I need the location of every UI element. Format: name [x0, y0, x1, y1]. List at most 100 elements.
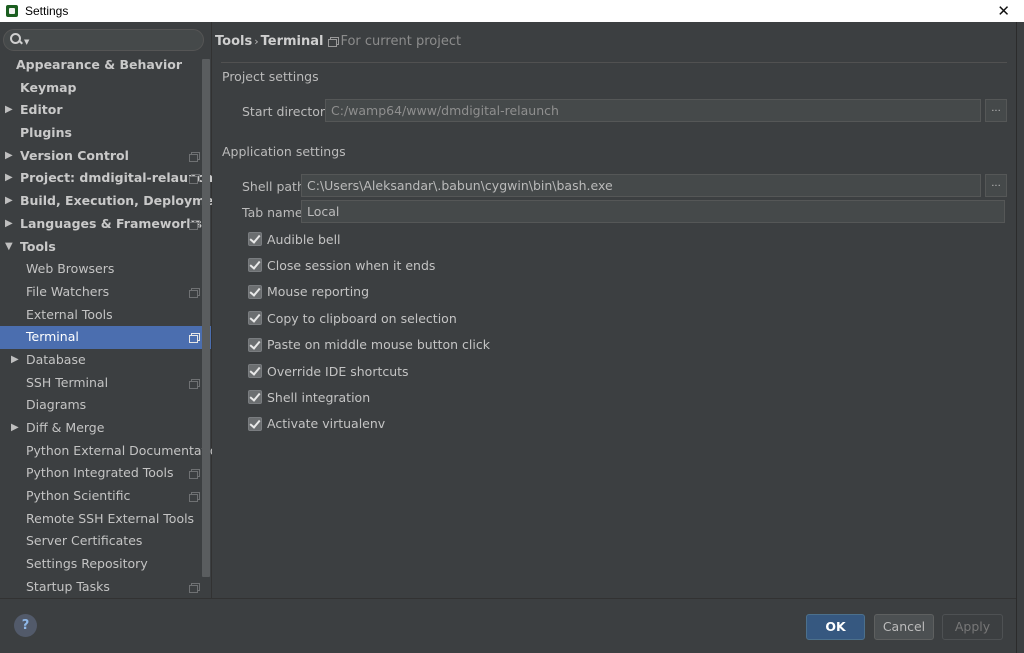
sidebar-item-label: Build, Execution, Deployment [20, 193, 229, 209]
project-scope-icon [189, 219, 200, 230]
sidebar-item-label: Python External Documentation [26, 442, 226, 458]
sidebar-item-label: Terminal [26, 329, 79, 345]
checkbox-row-shell-integration[interactable]: Shell integration [248, 388, 370, 406]
checkbox-label[interactable]: Shell integration [267, 390, 370, 405]
settings-tree: Appearance & Behavior Keymap ▶ Editor Plugin… [0, 54, 228, 599]
sidebar-item-appearance-behavior[interactable]: Appearance & Behavior [0, 54, 201, 77]
sidebar-item-terminal[interactable]: Terminal [0, 326, 211, 349]
checkbox[interactable] [248, 284, 262, 299]
shell-path-browse-button[interactable]: ... [985, 174, 1007, 197]
dialog-footer: ? OK Cancel Apply [0, 598, 1016, 653]
sidebar-item-label: Version Control [20, 147, 129, 163]
project-scope-icon [328, 36, 340, 47]
checkbox[interactable] [248, 364, 262, 378]
app-logo-icon [5, 4, 19, 18]
sidebar-item-startup-tasks[interactable]: Startup Tasks [0, 576, 201, 599]
sidebar-item-remote-ssh-external-tools[interactable]: Remote SSH External Tools [0, 508, 201, 531]
checkbox-row-copy-to-clipboard-on-selection[interactable]: Copy to clipboard on selection [248, 309, 457, 327]
sidebar-item-diff-merge[interactable]: ▶ Diff & Merge [0, 417, 201, 440]
checkbox-row-override-ide-shortcuts[interactable]: Override IDE shortcuts [248, 362, 409, 380]
close-icon[interactable]: ✕ [997, 2, 1010, 20]
start-directory-browse-button[interactable]: ... [985, 99, 1007, 122]
expand-arrow-right-icon[interactable]: ▶ [11, 349, 19, 372]
checkbox-row-mouse-reporting[interactable]: Mouse reporting [248, 283, 369, 301]
tab-name-label: Tab name [242, 205, 303, 220]
shell-path-label: Shell path [242, 179, 305, 194]
sidebar-item-label: Keymap [20, 79, 77, 95]
sidebar-item-settings-repository[interactable]: Settings Repository [0, 553, 201, 576]
sidebar-item-web-browsers[interactable]: Web Browsers [0, 258, 201, 281]
expand-arrow-down-icon[interactable]: ▼ [5, 236, 13, 259]
sidebar-item-label: Project: dmdigital-relaunch [20, 170, 214, 186]
tab-name-field[interactable]: Local [301, 200, 1005, 223]
checkbox[interactable] [248, 311, 262, 326]
settings-search-input[interactable]: ▼ [3, 29, 204, 51]
checkbox-row-paste-on-middle-mouse-button-click[interactable]: Paste on middle mouse button click [248, 336, 490, 354]
sidebar-item-languages-frameworks[interactable]: ▶ Languages & Frameworks [0, 213, 202, 236]
sidebar-item-build-execution-deployment[interactable]: ▶ Build, Execution, Deployment [0, 190, 228, 213]
checkbox[interactable] [248, 258, 262, 273]
expand-arrow-right-icon[interactable]: ▶ [5, 167, 13, 190]
sidebar-item-label: Startup Tasks [26, 578, 110, 594]
expand-arrow-right-icon[interactable]: ▶ [5, 99, 13, 122]
checkbox[interactable] [248, 390, 262, 405]
checkbox-row-close-session-when-it-ends[interactable]: Close session when it ends [248, 256, 435, 274]
sidebar-item-label: Python Integrated Tools [26, 465, 174, 481]
expand-arrow-right-icon[interactable]: ▶ [5, 190, 13, 213]
sidebar-item-diagrams[interactable]: Diagrams [0, 394, 201, 417]
checkbox-row-activate-virtualenv[interactable]: Activate virtualenv [248, 415, 385, 433]
project-scope-icon [189, 151, 200, 162]
sidebar-item-label: File Watchers [26, 283, 110, 299]
checkbox-label[interactable]: Paste on middle mouse button click [267, 337, 490, 352]
expand-arrow-right-icon[interactable]: ▶ [5, 145, 13, 168]
sidebar-item-project-dmdigital-relaunch[interactable]: ▶ Project: dmdigital-relaunch [0, 167, 213, 190]
checkbox-label[interactable]: Activate virtualenv [267, 416, 385, 431]
sidebar-scrollbar[interactable] [202, 59, 210, 577]
sidebar-item-python-integrated-tools[interactable]: Python Integrated Tools [0, 462, 201, 485]
breadcrumb-separator: › [254, 34, 259, 48]
settings-sidebar: ▼ Appearance & Behavior Keymap ▶ Editor Plug… [0, 22, 228, 599]
sidebar-item-file-watchers[interactable]: File Watchers [0, 281, 201, 304]
checkbox[interactable] [248, 337, 262, 352]
project-scope-icon [189, 582, 200, 593]
sidebar-item-label: Diagrams [26, 397, 87, 413]
sidebar-item-label: Plugins [20, 125, 72, 141]
breadcrumb: Tools › Terminal For current project [215, 32, 461, 50]
checkbox-label[interactable]: Mouse reporting [267, 284, 369, 299]
sidebar-item-keymap[interactable]: Keymap [0, 77, 201, 100]
sidebar-item-label: SSH Terminal [26, 374, 109, 390]
sidebar-item-python-scientific[interactable]: Python Scientific [0, 485, 201, 508]
apply-button[interactable]: Apply [942, 614, 1003, 640]
sidebar-item-plugins[interactable]: Plugins [0, 122, 201, 145]
expand-arrow-right-icon[interactable]: ▶ [11, 417, 19, 440]
sidebar-item-label: Appearance & Behavior [16, 57, 182, 72]
sidebar-item-editor[interactable]: ▶ Editor [0, 99, 201, 122]
terminal-settings-content: Project settings Start directory C:/wamp… [221, 62, 1007, 592]
cancel-button[interactable]: Cancel [874, 614, 934, 640]
checkbox-label[interactable]: Close session when it ends [267, 258, 435, 273]
checkbox[interactable] [248, 232, 262, 246]
sidebar-item-tools[interactable]: ▼ Tools [0, 236, 201, 259]
sidebar-item-label: Editor [20, 102, 63, 118]
sidebar-item-label: Tools [20, 238, 56, 254]
sidebar-item-python-external-documentation[interactable]: Python External Documentation [0, 440, 226, 463]
help-icon[interactable]: ? [14, 614, 37, 637]
expand-arrow-right-icon[interactable]: ▶ [5, 213, 13, 236]
background-window-edge [1016, 22, 1024, 653]
sidebar-item-database[interactable]: ▶ Database [0, 349, 201, 372]
sidebar-item-external-tools[interactable]: External Tools [0, 304, 201, 327]
checkbox-label[interactable]: Override IDE shortcuts [267, 364, 409, 379]
checkbox-row-audible-bell[interactable]: Audible bell [248, 230, 341, 248]
checkbox[interactable] [248, 416, 262, 431]
start-directory-field[interactable]: C:/wamp64/www/dmdigital-relaunch [325, 99, 981, 122]
sidebar-item-server-certificates[interactable]: Server Certificates [0, 530, 201, 553]
sidebar-item-ssh-terminal[interactable]: SSH Terminal [0, 372, 201, 395]
window-title-bar: Settings ✕ [0, 0, 1024, 22]
ok-button[interactable]: OK [806, 614, 865, 640]
sidebar-item-version-control[interactable]: ▶ Version Control [0, 145, 201, 168]
project-scope-icon [189, 287, 200, 298]
checkbox-label[interactable]: Audible bell [267, 232, 341, 247]
checkbox-label[interactable]: Copy to clipboard on selection [267, 311, 457, 326]
shell-path-field[interactable]: C:\Users\Aleksandar\.babun\cygwin\bin\ba… [301, 174, 981, 197]
breadcrumb-parent[interactable]: Tools [215, 34, 252, 49]
